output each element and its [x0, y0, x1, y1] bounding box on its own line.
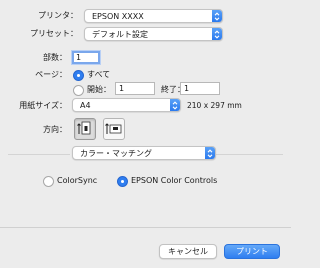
print-button[interactable]: プリント	[224, 244, 280, 259]
printer-popup[interactable]: EPSON XXXX	[84, 9, 223, 23]
pages-to-field[interactable]: 1	[180, 82, 220, 95]
orientation-label: 方向：	[43, 125, 67, 134]
colorsync-radio[interactable]	[43, 176, 54, 187]
printer-label: プリンタ：	[38, 11, 78, 20]
chevron-updown-icon	[212, 10, 222, 22]
chevron-updown-icon	[212, 28, 222, 40]
section-popup[interactable]: カラー・マッチング	[72, 146, 216, 160]
pages-label: ページ：	[35, 70, 67, 79]
paper-size-popup[interactable]: A4	[72, 98, 181, 112]
pages-from-field[interactable]: 1	[115, 82, 155, 95]
pages-all-label: すべて	[87, 70, 111, 79]
preset-label: プリセット：	[30, 29, 78, 38]
panel-bottom-border	[0, 227, 291, 228]
paper-size-label: 用紙サイズ：	[19, 101, 67, 110]
paper-size-value: A4	[80, 100, 91, 110]
chevron-updown-icon	[205, 147, 215, 159]
preset-value: デフォルト設定	[92, 29, 148, 39]
section-divider-left	[8, 154, 70, 155]
section-divider-right	[216, 154, 283, 155]
pages-all-radio[interactable]	[73, 70, 84, 81]
copies-label: 部数：	[43, 53, 67, 62]
pages-range-radio[interactable]	[73, 85, 84, 96]
printer-value: EPSON XXXX	[92, 11, 144, 21]
section-value: カラー・マッチング	[80, 148, 152, 158]
chevron-updown-icon	[170, 99, 180, 111]
colorsync-label: ColorSync	[57, 176, 98, 185]
epson-color-controls-label: EPSON Color Controls	[131, 176, 218, 185]
landscape-icon	[105, 123, 122, 134]
orientation-landscape-button[interactable]	[103, 118, 125, 140]
copies-field[interactable]: 1	[72, 51, 100, 64]
pages-from-label: 開始：	[87, 85, 111, 94]
epson-color-controls-radio[interactable]	[117, 176, 128, 187]
paper-size-dimensions: 210 x 297 mm	[187, 101, 242, 110]
cancel-button[interactable]: キャンセル	[159, 244, 217, 259]
portrait-icon	[77, 121, 91, 135]
orientation-portrait-button[interactable]	[74, 118, 96, 140]
preset-popup[interactable]: デフォルト設定	[84, 27, 223, 41]
